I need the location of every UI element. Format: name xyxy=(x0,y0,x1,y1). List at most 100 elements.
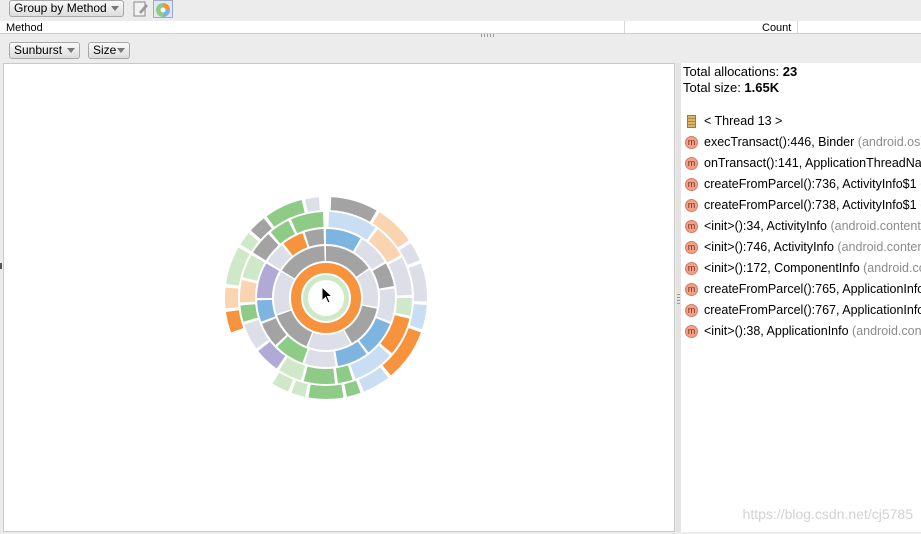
sunburst-segment[interactable] xyxy=(408,263,428,302)
count-column-header[interactable]: Count xyxy=(762,21,791,33)
package-name: (android.content.pm) xyxy=(830,219,921,233)
package-name: (android.content.pm) xyxy=(852,324,921,338)
chevron-down-icon xyxy=(111,6,119,11)
package-name: (android.content.pm) xyxy=(863,261,921,275)
sunburst-segment[interactable] xyxy=(274,272,294,315)
method-name: createFromParcel():738, ActivityInfo$1 xyxy=(704,198,917,212)
stack-frame-row[interactable]: m <init>():172, ComponentInfo (android.co… xyxy=(685,258,921,279)
method-icon: m xyxy=(685,157,698,170)
package-name: (android.content.pm) xyxy=(837,240,921,254)
method-name: createFromParcel():765, ApplicationInfo$… xyxy=(704,282,921,296)
chart-type-label: Sunburst xyxy=(14,43,63,57)
sunburst-segment[interactable] xyxy=(304,229,325,247)
stack-frame-text: createFromParcel():765, ApplicationInfo$… xyxy=(704,279,921,300)
method-icon: m xyxy=(685,304,698,317)
method-name: <init>():746, ActivityInfo xyxy=(704,240,834,254)
thread-icon xyxy=(687,115,696,128)
stack-frame-row[interactable]: m createFromParcel():767, ApplicationInfo… xyxy=(685,300,921,321)
method-name: execTransact():446, Binder xyxy=(704,135,855,149)
method-name: createFromParcel():736, ActivityInfo$1 xyxy=(704,177,917,191)
sunburst-segment[interactable] xyxy=(344,380,361,397)
total-size-value: 1.65K xyxy=(744,80,780,95)
sunburst-segment[interactable] xyxy=(395,298,412,316)
stack-trace-tree: < Thread 13 > m execTransact():446, Binde… xyxy=(685,111,921,342)
thread-row[interactable]: < Thread 13 > xyxy=(685,111,921,132)
method-column-header[interactable]: Method xyxy=(6,21,43,33)
chart-toolbar: Sunburst Size xyxy=(0,38,921,63)
stack-frame-row[interactable]: m <init>():34, ActivityInfo (android.cont… xyxy=(685,216,921,237)
group-by-label: Group by Method xyxy=(14,1,107,15)
stack-frame-text: <init>():172, ComponentInfo (android.con… xyxy=(704,258,921,279)
method-icon: m xyxy=(685,220,698,233)
method-icon: m xyxy=(685,199,698,212)
pane-resize-handle[interactable] xyxy=(481,34,495,37)
sunburst-segment[interactable] xyxy=(224,287,239,309)
chevron-down-icon xyxy=(67,48,75,53)
splitter-grip[interactable] xyxy=(677,294,680,306)
sunburst-segment[interactable] xyxy=(257,299,276,322)
sunburst-chart-icon[interactable] xyxy=(153,0,173,18)
sunburst-segment[interactable] xyxy=(291,380,308,397)
chart-type-dropdown[interactable]: Sunburst xyxy=(9,42,80,59)
stack-frame-row[interactable]: m createFromParcel():736, ActivityInfo$1 … xyxy=(685,174,921,195)
method-name: createFromParcel():767, ApplicationInfo$… xyxy=(704,303,921,317)
method-table-header: Method Count xyxy=(0,21,921,34)
sunburst-segment[interactable] xyxy=(376,288,395,322)
sunburst-segment[interactable] xyxy=(303,366,335,384)
sunburst-chart-pane xyxy=(3,63,675,532)
total-allocations-label: Total allocations: xyxy=(683,64,783,79)
stack-frame-text: <init>():746, ActivityInfo (android.cont… xyxy=(704,237,921,258)
stack-frame-text: onTransact():141, ApplicationThreadNativ… xyxy=(704,153,921,174)
column-divider[interactable] xyxy=(797,21,798,33)
stack-frame-text: <init>():38, ApplicationInfo (android.co… xyxy=(704,321,921,342)
method-icon: m xyxy=(685,262,698,275)
sunburst-segment[interactable] xyxy=(240,304,258,322)
total-size-label: Total size: xyxy=(683,80,745,95)
edge-marker xyxy=(0,263,2,269)
total-size: Total size: 1.65K xyxy=(683,80,779,96)
method-icon: m xyxy=(685,136,698,149)
sunburst-segment[interactable] xyxy=(335,365,353,384)
allocation-details-pane: Total allocations: 23 Total size: 1.65K … xyxy=(681,63,921,532)
metric-label: Size xyxy=(93,43,117,57)
method-icon: m xyxy=(685,283,698,296)
edit-icon[interactable] xyxy=(131,0,151,18)
thread-label: < Thread 13 > xyxy=(704,114,783,128)
stack-frame-text: execTransact():446, Binder (android.os) xyxy=(704,132,921,153)
sunburst-chart[interactable] xyxy=(4,64,674,531)
sunburst-segment[interactable] xyxy=(409,304,427,330)
method-name: onTransact():141, ApplicationThreadNativ… xyxy=(704,156,921,170)
sunburst-segment[interactable] xyxy=(308,384,344,399)
total-allocations: Total allocations: 23 xyxy=(683,64,797,80)
sunburst-segment[interactable] xyxy=(225,310,244,333)
column-divider[interactable] xyxy=(624,21,625,33)
watermark: https://blog.csdn.net/cj5785 xyxy=(742,506,913,522)
stack-frame-row[interactable]: m <init>():38, ApplicationInfo (android.c… xyxy=(685,321,921,342)
method-icon: m xyxy=(685,241,698,254)
sunburst-segment[interactable] xyxy=(240,280,257,303)
stack-frame-text: createFromParcel():738, ActivityInfo$1 (… xyxy=(704,195,921,216)
stack-frame-row[interactable]: m execTransact():446, Binder (android.os) xyxy=(685,132,921,153)
stack-frame-text: <init>():34, ActivityInfo (android.conte… xyxy=(704,216,921,237)
mouse-cursor-icon xyxy=(321,286,334,304)
metric-dropdown[interactable]: Size xyxy=(88,42,130,59)
stack-frame-row[interactable]: m createFromParcel():738, ActivityInfo$1 … xyxy=(685,195,921,216)
stack-frame-text: createFromParcel():736, ActivityInfo$1 (… xyxy=(704,174,921,195)
package-name: (android.os) xyxy=(857,135,921,149)
method-icon: m xyxy=(685,325,698,338)
group-by-dropdown[interactable]: Group by Method xyxy=(9,0,124,17)
total-allocations-value: 23 xyxy=(782,64,798,79)
stack-frame-text: createFromParcel():767, ApplicationInfo$… xyxy=(704,300,921,321)
method-name: <init>():172, ComponentInfo xyxy=(704,261,860,275)
stack-frame-row[interactable]: m createFromParcel():765, ApplicationInfo… xyxy=(685,279,921,300)
sunburst-segment[interactable] xyxy=(305,197,320,212)
sunburst-segment[interactable] xyxy=(308,330,351,350)
top-toolbar: Group by Method xyxy=(0,0,921,20)
stack-frame-row[interactable]: m onTransact():141, ApplicationThreadNati… xyxy=(685,153,921,174)
chevron-down-icon xyxy=(117,48,125,53)
sunburst-segment[interactable] xyxy=(304,349,336,368)
method-name: <init>():34, ActivityInfo xyxy=(704,219,827,233)
stack-frame-row[interactable]: m <init>():746, ActivityInfo (android.con… xyxy=(685,237,921,258)
method-name: <init>():38, ApplicationInfo xyxy=(704,324,849,338)
method-icon: m xyxy=(685,178,698,191)
